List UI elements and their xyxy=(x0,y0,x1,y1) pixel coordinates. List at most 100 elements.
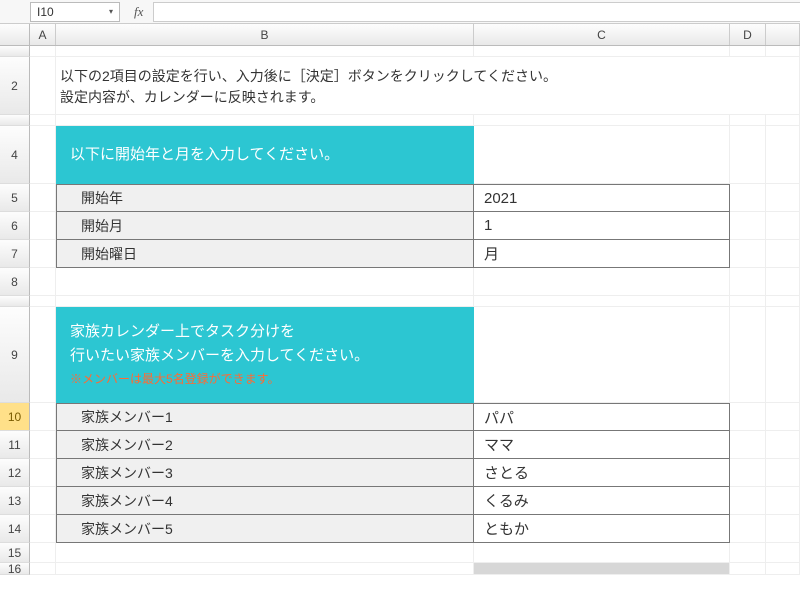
cell[interactable] xyxy=(30,403,56,431)
cell[interactable] xyxy=(730,459,766,487)
cell[interactable] xyxy=(766,563,800,575)
row-header[interactable]: 11 xyxy=(0,431,30,459)
cell[interactable] xyxy=(474,307,730,403)
row-header[interactable]: 4 xyxy=(0,126,30,184)
cell[interactable]: 家族メンバー3 xyxy=(56,459,474,487)
row-header[interactable]: 16 xyxy=(0,563,30,575)
row-header[interactable] xyxy=(0,115,30,126)
cell[interactable] xyxy=(766,184,800,212)
cell[interactable] xyxy=(730,296,766,307)
cell[interactable] xyxy=(474,268,730,296)
cell[interactable]: 家族メンバー5 xyxy=(56,515,474,543)
member4-value[interactable]: くるみ xyxy=(474,487,730,515)
row-header[interactable]: 6 xyxy=(0,212,30,240)
cell[interactable]: 2021 xyxy=(474,184,730,212)
cell[interactable]: さとる xyxy=(474,459,730,487)
row-header[interactable]: 9 xyxy=(0,307,30,403)
cell[interactable] xyxy=(730,487,766,515)
cell[interactable]: 家族メンバー1 xyxy=(56,403,474,431)
cell[interactable] xyxy=(30,126,56,184)
cell[interactable] xyxy=(730,563,766,575)
cell[interactable] xyxy=(30,296,56,307)
cell[interactable] xyxy=(474,543,730,563)
cell[interactable] xyxy=(730,543,766,563)
cell[interactable] xyxy=(56,563,474,575)
cell[interactable] xyxy=(730,431,766,459)
cell[interactable] xyxy=(30,57,56,115)
fx-icon[interactable]: fx xyxy=(134,4,143,20)
row-header[interactable] xyxy=(0,46,30,57)
cell[interactable] xyxy=(766,307,800,403)
section2-banner-cell[interactable]: 家族カレンダー上でタスク分けを 行いたい家族メンバーを入力してください。 ※メン… xyxy=(56,307,474,403)
cell[interactable] xyxy=(766,403,800,431)
cell[interactable]: 開始曜日 xyxy=(56,240,474,268)
member5-value[interactable]: ともか xyxy=(474,515,730,543)
cell[interactable] xyxy=(766,515,800,543)
cell[interactable]: 開始年 xyxy=(56,184,474,212)
cell[interactable] xyxy=(730,403,766,431)
col-header-E[interactable] xyxy=(766,24,800,45)
row-header[interactable]: 14 xyxy=(0,515,30,543)
cell[interactable] xyxy=(730,240,766,268)
cell[interactable]: ともか xyxy=(474,515,730,543)
select-all-corner[interactable] xyxy=(0,24,30,45)
cell[interactable] xyxy=(730,515,766,543)
cell[interactable] xyxy=(30,46,56,57)
row-header[interactable]: 5 xyxy=(0,184,30,212)
start-weekday-value[interactable]: 月 xyxy=(474,240,730,268)
cell[interactable] xyxy=(30,184,56,212)
row-header[interactable] xyxy=(0,296,30,307)
cell[interactable] xyxy=(30,459,56,487)
col-header-D[interactable]: D xyxy=(730,24,766,45)
cell[interactable] xyxy=(730,126,766,184)
cell[interactable]: 開始月 xyxy=(56,212,474,240)
cell[interactable] xyxy=(730,307,766,403)
cell[interactable] xyxy=(474,46,730,57)
cell[interactable] xyxy=(56,543,474,563)
cell[interactable] xyxy=(30,515,56,543)
cell[interactable] xyxy=(730,184,766,212)
cell[interactable] xyxy=(730,212,766,240)
cell[interactable] xyxy=(766,268,800,296)
name-box[interactable]: I10 ▾ xyxy=(30,2,120,22)
cell[interactable] xyxy=(30,268,56,296)
cell[interactable]: くるみ xyxy=(474,487,730,515)
cell[interactable] xyxy=(30,487,56,515)
chevron-down-icon[interactable]: ▾ xyxy=(109,7,113,16)
cell[interactable] xyxy=(766,487,800,515)
cell[interactable]: 1 xyxy=(474,212,730,240)
col-header-B[interactable]: B xyxy=(56,24,474,45)
member2-value[interactable]: ママ xyxy=(474,431,730,459)
cell[interactable] xyxy=(766,212,800,240)
cell[interactable] xyxy=(766,46,800,57)
row-header[interactable]: 8 xyxy=(0,268,30,296)
row-header[interactable]: 15 xyxy=(0,543,30,563)
cell[interactable]: ママ xyxy=(474,431,730,459)
cell[interactable] xyxy=(56,268,474,296)
member1-value[interactable]: パパ xyxy=(474,403,730,431)
cell[interactable] xyxy=(474,126,730,184)
cell[interactable] xyxy=(766,543,800,563)
section1-banner-cell[interactable]: 以下に開始年と月を入力してください。 xyxy=(56,126,474,184)
cell[interactable] xyxy=(30,543,56,563)
row-header[interactable]: 7 xyxy=(0,240,30,268)
cell[interactable] xyxy=(766,459,800,487)
cell[interactable] xyxy=(30,431,56,459)
cell[interactable] xyxy=(30,212,56,240)
cell[interactable] xyxy=(474,563,730,575)
row-header[interactable]: 10 xyxy=(0,403,30,431)
row-header[interactable]: 2 xyxy=(0,57,30,115)
formula-input[interactable] xyxy=(153,2,800,22)
row-header[interactable]: 13 xyxy=(0,487,30,515)
cell[interactable] xyxy=(766,240,800,268)
col-header-A[interactable]: A xyxy=(30,24,56,45)
intro-cell[interactable]: 以下の2項目の設定を行い、入力後に［決定］ボタンをクリックしてください。 設定内… xyxy=(56,57,766,115)
cell[interactable] xyxy=(766,57,800,115)
cell[interactable] xyxy=(766,296,800,307)
cell[interactable] xyxy=(56,115,474,126)
cell[interactable] xyxy=(766,431,800,459)
cell[interactable] xyxy=(56,46,474,57)
cell[interactable] xyxy=(766,115,800,126)
cell[interactable] xyxy=(730,115,766,126)
start-month-value[interactable]: 1 xyxy=(474,212,730,240)
